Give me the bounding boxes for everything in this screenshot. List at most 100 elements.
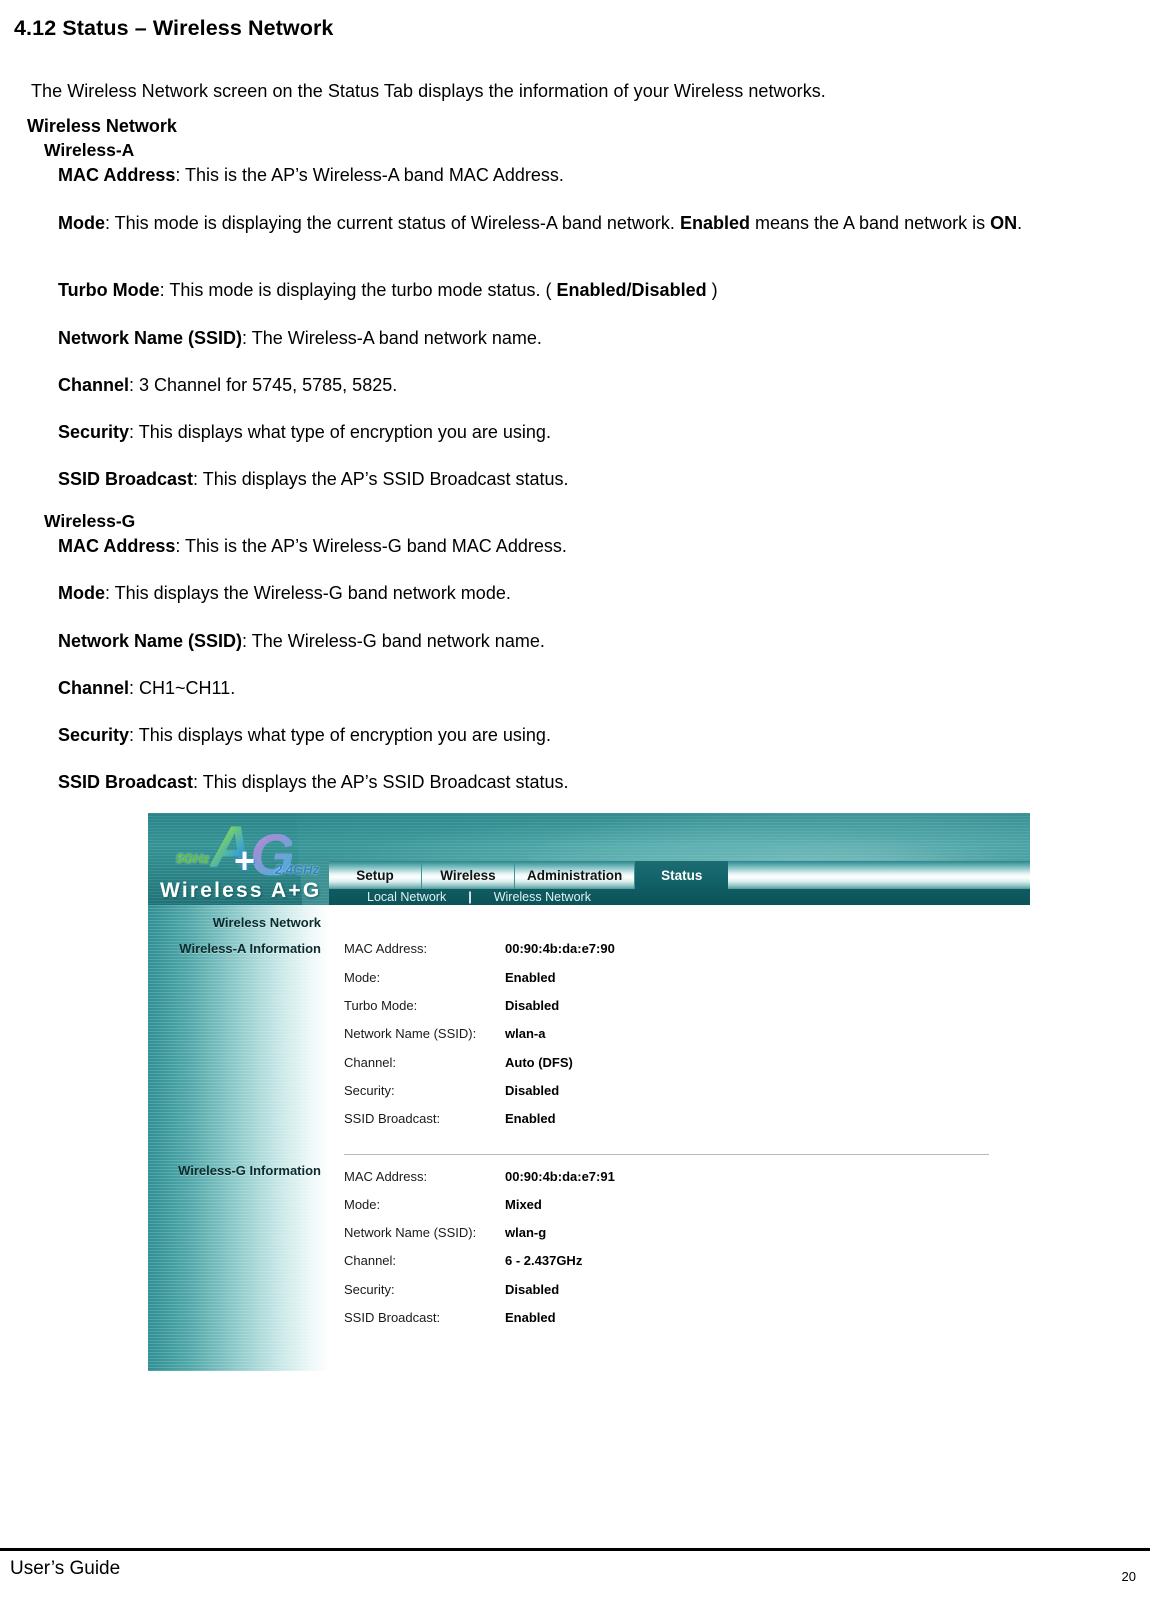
bullet-a-mac-address: MAC Address: This is the AP’s Wireless-A…	[58, 163, 1128, 188]
row-value: Auto (DFS)	[505, 1055, 573, 1070]
admin-sidebar: Wireless Network Wireless-A Information …	[148, 905, 329, 1371]
row-g-security: Security: Disabled	[344, 1282, 1014, 1310]
term: Channel	[58, 375, 130, 395]
row-label: MAC Address:	[344, 1169, 428, 1184]
row-a-security: Security: Disabled	[344, 1083, 1014, 1111]
row-g-ssid: Network Name (SSID): wlan-g	[344, 1225, 1014, 1253]
row-value: wlan-a	[505, 1026, 546, 1041]
row-label: MAC Address:	[344, 941, 428, 956]
term-text: : This displays the AP’s SSID Broadcast …	[193, 772, 569, 792]
document-page: 4.12 Status – Wireless Network The Wirel…	[0, 0, 1150, 1607]
term-text: : The Wireless-A band network name.	[242, 328, 542, 348]
term-emphasis: Enabled	[679, 213, 750, 233]
row-value: Disabled	[505, 1282, 560, 1297]
term-text: : This is the AP’s Wireless-A band MAC A…	[175, 165, 564, 185]
bullet-a-ssid: Network Name (SSID): The Wireless-A band…	[58, 326, 1128, 351]
row-label: Network Name (SSID):	[344, 1026, 477, 1041]
term-text: : This mode is displaying the turbo mode…	[159, 280, 557, 300]
row-value: Enabled	[505, 1111, 556, 1126]
term: SSID Broadcast	[58, 772, 194, 792]
router-admin-screenshot: A G + 5GHz 2.4GHz Wireless A+G Setup Wir…	[148, 813, 1030, 1371]
section-divider	[344, 1154, 989, 1155]
row-label: Security:	[344, 1282, 395, 1297]
row-a-ssid-broadcast: SSID Broadcast: Enabled	[344, 1111, 1014, 1139]
admin-body: Wireless Network Wireless-A Information …	[148, 905, 1030, 1371]
sidebar-group-wireless-a: Wireless-A Information	[179, 941, 321, 956]
term: Security	[58, 422, 130, 442]
intro-paragraph: The Wireless Network screen on the Statu…	[31, 81, 826, 101]
term-text-2: means the A band network is	[749, 213, 991, 233]
row-a-channel: Channel: Auto (DFS)	[344, 1055, 1014, 1083]
row-value: Enabled	[505, 1310, 556, 1325]
row-value: Disabled	[505, 998, 560, 1013]
page-number: 20	[1121, 1569, 1136, 1584]
logo-badge-5ghz: 5GHz	[176, 851, 210, 866]
admin-content-panel: MAC Address: 00:90:4b:da:e7:90 Mode: Ena…	[329, 905, 1030, 1371]
term-text: : 3 Channel for 5745, 5785, 5825.	[129, 375, 398, 395]
row-value: Disabled	[505, 1083, 560, 1098]
bullet-a-ssid-broadcast: SSID Broadcast: This displays the AP’s S…	[58, 467, 1128, 492]
bullet-g-mac-address: MAC Address: This is the AP’s Wireless-G…	[58, 534, 1128, 559]
row-g-ssid-broadcast: SSID Broadcast: Enabled	[344, 1310, 1014, 1338]
sidebar-title: Wireless Network	[212, 915, 321, 930]
bullet-a-mode: Mode: This mode is displaying the curren…	[58, 211, 1128, 236]
row-a-mode: Mode: Enabled	[344, 970, 1014, 998]
logo-plus-sign: +	[234, 840, 256, 881]
row-value: 00:90:4b:da:e7:91	[505, 1169, 615, 1184]
section-heading: Wireless Network	[27, 116, 177, 136]
term: Mode	[58, 583, 105, 603]
term: Mode	[58, 213, 105, 233]
row-g-mode: Mode: Mixed	[344, 1197, 1014, 1225]
subtab-separator: |	[468, 890, 472, 904]
row-a-turbo-mode: Turbo Mode: Disabled	[344, 998, 1014, 1026]
subsection-heading-wireless-g: Wireless-G	[44, 511, 136, 531]
bullet-g-ssid-broadcast: SSID Broadcast: This displays the AP’s S…	[58, 770, 1128, 795]
tab-setup[interactable]: Setup	[329, 861, 422, 889]
subtab-local-network[interactable]: Local Network	[359, 890, 454, 904]
term-text: : The Wireless-G band network name.	[242, 631, 545, 651]
term-text: : This displays what type of encryption …	[129, 422, 551, 442]
sub-tab-bar: Local Network | Wireless Network	[329, 889, 1030, 905]
row-value: 00:90:4b:da:e7:90	[505, 941, 615, 956]
term-emphasis-2: ON	[990, 213, 1018, 233]
sidebar-group-wireless-g: Wireless-G Information	[178, 1163, 321, 1178]
term: MAC Address	[58, 536, 176, 556]
row-label: Mode:	[344, 970, 381, 985]
admin-header: A G + 5GHz 2.4GHz Wireless A+G Setup Wir…	[148, 813, 1030, 905]
row-label: SSID Broadcast:	[344, 1310, 441, 1325]
logo-badge-24ghz: 2.4GHz	[275, 862, 320, 877]
row-value: wlan-g	[505, 1225, 547, 1240]
row-label: Network Name (SSID):	[344, 1225, 477, 1240]
term-text: : This displays the AP’s SSID Broadcast …	[193, 469, 569, 489]
row-label: Channel:	[344, 1055, 397, 1070]
row-label: Mode:	[344, 1197, 381, 1212]
row-a-ssid: Network Name (SSID): wlan-a	[344, 1026, 1014, 1054]
term: Network Name (SSID)	[58, 328, 243, 348]
main-tab-bar: Setup Wireless Administration Status	[329, 861, 1030, 889]
footer-label: User’s Guide	[10, 1558, 121, 1579]
row-value: 6 - 2.437GHz	[505, 1253, 583, 1268]
brand-logo: A G + 5GHz 2.4GHz Wireless A+G	[148, 813, 329, 905]
bullet-g-ssid: Network Name (SSID): The Wireless-G band…	[58, 629, 1128, 654]
row-a-mac-address: MAC Address: 00:90:4b:da:e7:90	[344, 941, 1014, 969]
tab-administration[interactable]: Administration	[515, 861, 636, 889]
term-text: : This displays the Wireless-G band netw…	[105, 583, 511, 603]
row-value: Enabled	[505, 970, 556, 985]
tab-bar-filler	[728, 861, 1030, 889]
subtab-wireless-network[interactable]: Wireless Network	[486, 890, 599, 904]
bullet-a-security: Security: This displays what type of enc…	[58, 420, 1128, 445]
page-title: 4.12 Status – Wireless Network	[14, 16, 334, 41]
row-label: Security:	[344, 1083, 395, 1098]
term-text-3: .	[1017, 213, 1023, 233]
tab-wireless[interactable]: Wireless	[422, 861, 515, 889]
logo-artwork: A G + 5GHz 2.4GHz	[162, 817, 327, 885]
bullet-a-turbo-mode: Turbo Mode: This mode is displaying the …	[58, 278, 1128, 303]
term-emphasis: Enabled/Disabled	[556, 280, 707, 300]
term-text: : This is the AP’s Wireless-G band MAC A…	[175, 536, 567, 556]
tab-status[interactable]: Status	[635, 861, 729, 889]
bullet-g-channel: Channel: CH1~CH11.	[58, 676, 1128, 701]
term: Network Name (SSID)	[58, 631, 243, 651]
row-label: Turbo Mode:	[344, 998, 418, 1013]
row-g-mac-address: MAC Address: 00:90:4b:da:e7:91	[344, 1169, 1014, 1197]
bullet-a-channel: Channel: 3 Channel for 5745, 5785, 5825.	[58, 373, 1128, 398]
